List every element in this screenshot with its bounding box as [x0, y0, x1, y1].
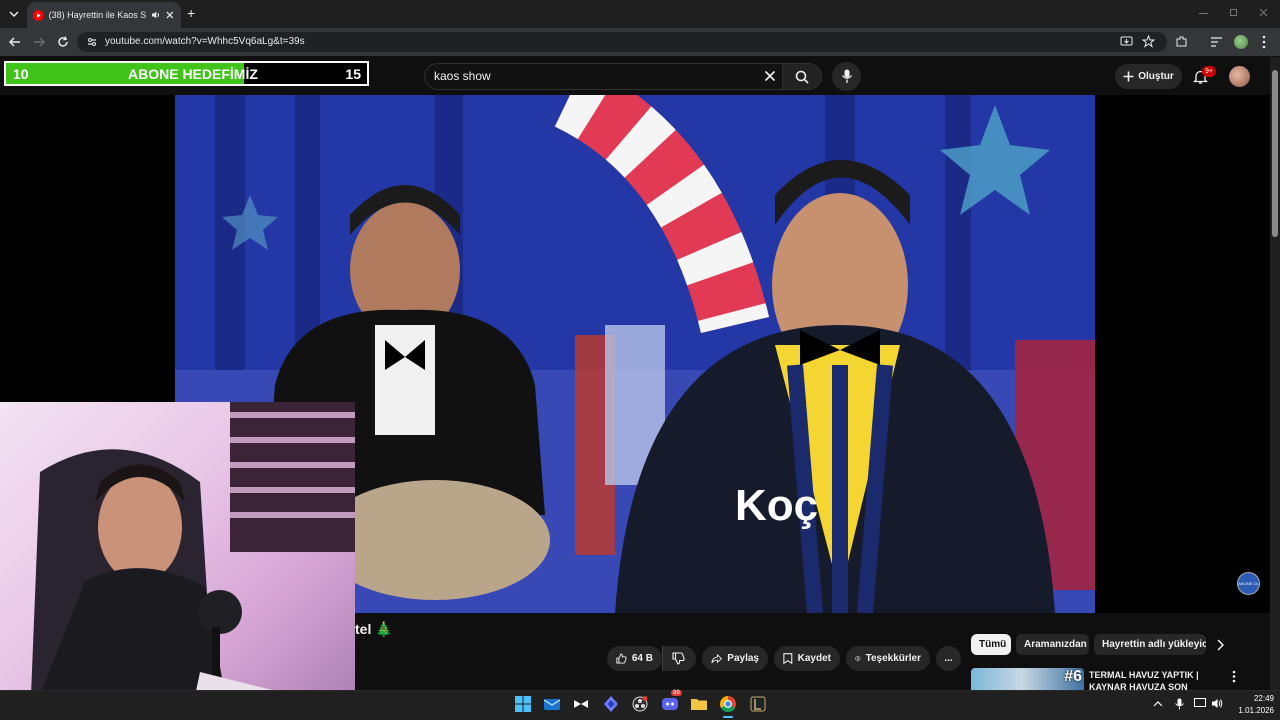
arrow-right-icon	[34, 37, 46, 47]
notification-count-badge: 9+	[1202, 66, 1216, 77]
audio-playing-icon[interactable]	[151, 10, 161, 20]
profile-avatar-icon[interactable]	[1234, 35, 1248, 49]
create-button[interactable]: Oluştur	[1115, 64, 1182, 89]
goal-start-value: 10	[13, 66, 29, 82]
show-hidden-icons-button[interactable]	[1153, 700, 1163, 707]
account-avatar[interactable]	[1229, 66, 1250, 87]
youtube-favicon-icon	[33, 9, 44, 21]
reading-list-icon[interactable]	[1210, 36, 1223, 48]
voice-search-button[interactable]	[832, 62, 861, 91]
file-explorer-icon[interactable]	[690, 695, 708, 713]
chips-next-button[interactable]	[1216, 639, 1224, 651]
chip-from-uploader[interactable]: Hayrettin adlı yükleyiciden	[1094, 634, 1206, 655]
reload-icon	[58, 36, 68, 47]
recommendation-title[interactable]: TERMAL HAVUZ YAPTIK | KAYNAR HAVUZA SON …	[1089, 669, 1219, 690]
reload-button[interactable]	[56, 35, 70, 49]
microphone-tray-icon[interactable]	[1175, 698, 1184, 710]
share-label: Paylaş	[727, 653, 759, 664]
new-tab-button[interactable]: +	[187, 5, 201, 21]
goal-label: ABONE HEDEFİMİZ	[128, 66, 258, 82]
share-button[interactable]: Paylaş	[702, 646, 768, 671]
close-tab-icon[interactable]	[165, 10, 175, 20]
league-app-icon[interactable]	[749, 695, 767, 713]
volume-tray-icon[interactable]	[1211, 698, 1223, 709]
bookmark-star-icon[interactable]	[1142, 35, 1155, 48]
search-input[interactable]: kaos show	[434, 69, 491, 83]
tab-search-button[interactable]	[7, 8, 21, 20]
capcut-app-icon[interactable]	[572, 695, 590, 713]
more-label: ...	[944, 653, 953, 664]
thumbs-up-icon	[616, 653, 627, 664]
tab-title: (38) Hayrettin ile Kaos Show	[48, 10, 146, 20]
back-button[interactable]	[8, 35, 22, 49]
plus-icon	[1123, 71, 1134, 82]
like-count: 64 B	[631, 653, 653, 664]
save-label: Kaydet	[797, 653, 831, 664]
install-app-icon[interactable]	[1120, 36, 1133, 48]
share-icon	[711, 653, 723, 663]
clear-search-button[interactable]	[764, 70, 776, 82]
chrome-active-indicator	[723, 716, 733, 718]
chip-all[interactable]: Tümü	[971, 634, 1011, 655]
jersey-sponsor-text: Koç	[735, 481, 818, 530]
obs-layers-app-icon[interactable]	[602, 695, 620, 713]
webcam-scene	[30, 402, 355, 720]
obs-studio-icon[interactable]	[631, 695, 649, 713]
url-text[interactable]: youtube.com/watch?v=Whhc5Vq6aLg&t=39s	[105, 36, 305, 47]
search-icon	[795, 70, 809, 84]
forward-button[interactable]	[32, 35, 46, 49]
extensions-icon[interactable]	[1175, 35, 1188, 48]
close-icon	[764, 70, 776, 82]
discord-app-icon[interactable]: 99	[661, 690, 682, 713]
close-window-icon[interactable]	[1259, 8, 1268, 17]
create-label: Oluştur	[1138, 71, 1174, 82]
site-info-icon[interactable]	[86, 36, 98, 48]
streamer-webcam-overlay	[0, 402, 355, 720]
discord-badge: 99	[671, 690, 682, 696]
recommendation-badge: #6	[1064, 668, 1082, 685]
thumbs-down-icon	[672, 652, 685, 665]
video-title: tel 🎄	[355, 621, 393, 637]
save-button[interactable]: Kaydet	[774, 646, 840, 671]
goal-end-value: 15	[345, 66, 361, 82]
dislike-button[interactable]	[662, 646, 696, 671]
windows-start-icon[interactable]	[514, 695, 532, 713]
recommendation-thumbnail[interactable]: #6	[971, 668, 1084, 690]
taskbar-clock-time[interactable]: 22:49	[1238, 694, 1274, 703]
bookmark-icon	[783, 653, 793, 665]
scrollbar-thumb[interactable]	[1272, 70, 1278, 237]
subscriber-goal-overlay: 10 ABONE HEDEFİMİZ 15	[4, 61, 369, 86]
restore-window-icon[interactable]	[1230, 9, 1237, 16]
taskbar-clock-date[interactable]: 1.01.2026	[1228, 706, 1274, 715]
microphone-icon	[841, 69, 852, 83]
thanks-label: Teşekkürler	[865, 653, 921, 664]
display-tray-icon[interactable]	[1194, 698, 1206, 709]
super-thanks-icon	[855, 655, 861, 662]
recommendation-menu-icon[interactable]	[1232, 670, 1236, 683]
arrow-left-icon	[8, 37, 20, 47]
thanks-button[interactable]: Teşekkürler	[846, 646, 930, 671]
mail-app-icon[interactable]	[543, 695, 561, 713]
more-actions-button[interactable]: ...	[936, 646, 961, 671]
minimize-window-icon[interactable]	[1199, 13, 1208, 14]
channel-watermark[interactable]: ABONE OL	[1237, 572, 1260, 595]
browser-tab-active[interactable]: (38) Hayrettin ile Kaos Show	[27, 2, 181, 28]
chrome-app-icon[interactable]	[719, 695, 737, 713]
search-button[interactable]	[782, 63, 822, 90]
chevron-right-icon	[1217, 639, 1224, 651]
like-button[interactable]: 64 B	[607, 646, 662, 671]
browser-menu-icon[interactable]	[1262, 35, 1266, 49]
chevron-down-icon	[9, 11, 19, 18]
chip-from-search[interactable]: Aramanızdan	[1016, 634, 1089, 655]
